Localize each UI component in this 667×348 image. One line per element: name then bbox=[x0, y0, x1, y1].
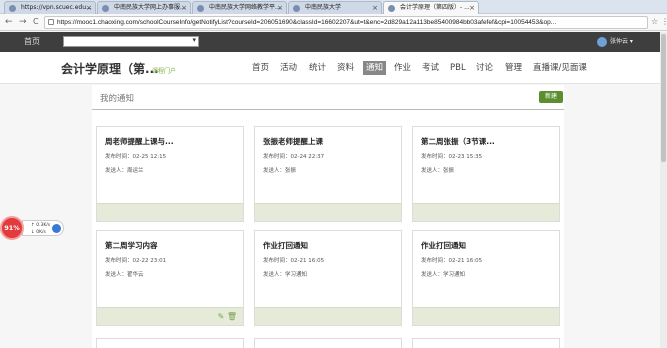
divider bbox=[92, 109, 564, 110]
menu-item-manage[interactable]: 管理 bbox=[505, 61, 522, 75]
tab-label: https://vpn.scuec.edu... bbox=[21, 4, 92, 11]
notice-author: 发送人：周运兰 bbox=[105, 168, 144, 174]
nav-home-link[interactable]: 首页 bbox=[24, 36, 40, 47]
notice-author: 发送人：张振 bbox=[421, 168, 455, 174]
notice-title[interactable]: 作业打回通知 bbox=[421, 240, 466, 251]
next-card-row bbox=[95, 338, 567, 348]
notice-card[interactable]: 作业打回通知 发布时间：02-21 16:05 发送人：学习通知 bbox=[254, 230, 402, 326]
tab-label: 会计学原理（第四版）- ... bbox=[400, 4, 470, 11]
notice-time: 发布时间：02-21 16:05 bbox=[421, 258, 483, 264]
page-icon bbox=[9, 5, 16, 12]
notice-card[interactable]: 作业打回通知 发布时间：02-21 16:05 发送人：学习通知 bbox=[412, 230, 560, 326]
delete-icon[interactable]: 🗑 bbox=[227, 312, 237, 321]
speed-panel: ↑ 0.3K/s ↓ 0K/s bbox=[22, 220, 64, 236]
close-icon[interactable]: × bbox=[86, 2, 92, 14]
notice-card[interactable]: 周老师提醒上课与... 发布时间：02-25 12:15 发送人：周运兰 bbox=[96, 126, 244, 222]
ball-icon bbox=[52, 224, 61, 233]
close-icon[interactable]: × bbox=[277, 2, 283, 14]
avatar bbox=[597, 37, 607, 47]
notice-card-partial[interactable] bbox=[412, 338, 560, 348]
menu-item-stats[interactable]: 统计 bbox=[309, 61, 326, 75]
menu-item-live[interactable]: 直播课/见面课 bbox=[533, 61, 587, 75]
tab-label: 中南民族大学网上办事服... bbox=[114, 4, 186, 11]
notice-time: 发布时间：02-22 23:01 bbox=[105, 258, 167, 264]
notice-time: 发布时间：02-24 22:37 bbox=[263, 154, 325, 160]
menu-item-pbl[interactable]: PBL bbox=[450, 61, 466, 75]
card-footer bbox=[413, 203, 559, 221]
notice-title[interactable]: 周老师提醒上课与... bbox=[105, 136, 174, 147]
notice-author: 发送人：学习通知 bbox=[263, 272, 308, 278]
notice-time: 发布时间：02-21 16:05 bbox=[263, 258, 325, 264]
card-footer: ✎ 🗑 bbox=[97, 307, 243, 325]
memory-usage-badge[interactable]: 91% bbox=[0, 216, 24, 240]
notice-time: 发布时间：02-25 12:15 bbox=[105, 154, 167, 160]
notice-author: 发送人：学习通知 bbox=[421, 272, 466, 278]
forward-button[interactable]: → bbox=[19, 16, 27, 28]
browser-tab[interactable]: 中南民族大学网络教学平... × bbox=[192, 1, 287, 14]
browser-tab-bar: https://vpn.scuec.edu... × 中南民族大学网上办事服...… bbox=[0, 0, 667, 14]
browser-tab[interactable]: 中南民族大学网上办事服... × bbox=[97, 1, 191, 14]
site-top-nav: 首页 ▾ 张仲云 ▾ bbox=[0, 32, 660, 52]
browser-tab[interactable]: 中南民族大学 × bbox=[288, 1, 382, 14]
url-field[interactable]: https://mooc1.chaoxing.com/schoolCourseI… bbox=[44, 16, 648, 29]
section-title: 我的通知 bbox=[100, 94, 135, 104]
menu-item-notice[interactable]: 通知 bbox=[363, 61, 387, 75]
notice-panel: 我的通知 新建 周老师提醒上课与... 发布时间：02-25 12:15 发送人… bbox=[92, 85, 564, 348]
tab-label: 中南民族大学 bbox=[305, 4, 342, 11]
page-icon bbox=[388, 5, 395, 12]
menu-item-discussion[interactable]: 讨论 bbox=[476, 61, 493, 75]
course-header: 会计学原理（第... 课程门户 首页 活动 统计 资料 通知 作业 考试 PBL… bbox=[0, 52, 660, 84]
edit-icon[interactable]: ✎ bbox=[218, 312, 225, 321]
menu-item-home[interactable]: 首页 bbox=[252, 61, 269, 75]
card-footer bbox=[255, 203, 401, 221]
browser-tab[interactable]: https://vpn.scuec.edu... × bbox=[4, 1, 96, 14]
notice-author: 发送人：翟华云 bbox=[105, 272, 144, 278]
notice-card[interactable]: 第二周学习内容 发布时间：02-22 23:01 发送人：翟华云 ✎ 🗑 bbox=[96, 230, 244, 326]
card-footer bbox=[413, 307, 559, 325]
tab-label: 中南民族大学网络教学平... bbox=[209, 4, 281, 11]
menu-item-resources[interactable]: 资料 bbox=[337, 61, 354, 75]
menu-item-exam[interactable]: 考试 bbox=[422, 61, 439, 75]
notice-card-partial[interactable] bbox=[254, 338, 402, 348]
page-scrollbar[interactable] bbox=[660, 32, 667, 348]
notice-title[interactable]: 第二周学习内容 bbox=[105, 240, 158, 251]
reload-button[interactable]: C bbox=[33, 16, 39, 28]
new-notice-button[interactable]: 新建 bbox=[539, 91, 563, 103]
notice-time: 发布时间：02-23 15:35 bbox=[421, 154, 483, 160]
user-menu[interactable]: 张仲云 ▾ bbox=[597, 37, 633, 47]
course-title[interactable]: 会计学原理（第... bbox=[61, 60, 159, 77]
scrollbar-thumb[interactable] bbox=[661, 34, 666, 162]
notice-card[interactable]: 第二周张振（3节课... 发布时间：02-23 15:35 发送人：张振 bbox=[412, 126, 560, 222]
url-text: https://mooc1.chaoxing.com/schoolCourseI… bbox=[57, 19, 557, 26]
notice-card[interactable]: 张振老师提醒上课 发布时间：02-24 22:37 发送人：张振 bbox=[254, 126, 402, 222]
notice-title[interactable]: 第二周张振（3节课... bbox=[421, 136, 495, 147]
notice-card-partial[interactable] bbox=[96, 338, 244, 348]
upload-speed: ↑ 0.3K/s bbox=[31, 223, 51, 228]
page-icon bbox=[102, 5, 109, 12]
notice-title[interactable]: 作业打回通知 bbox=[263, 240, 308, 251]
menu-item-activity[interactable]: 活动 bbox=[280, 61, 297, 75]
card-footer bbox=[255, 307, 401, 325]
card-footer bbox=[97, 203, 243, 221]
download-speed: ↓ 0K/s bbox=[31, 230, 46, 235]
page-icon bbox=[293, 5, 300, 12]
browser-tab-active[interactable]: 会计学原理（第四版）- ... × bbox=[383, 1, 479, 14]
page-icon bbox=[197, 5, 204, 12]
close-icon[interactable]: × bbox=[181, 2, 187, 14]
close-icon[interactable]: × bbox=[469, 2, 475, 14]
search-dropdown-icon[interactable]: ▾ bbox=[192, 36, 196, 44]
address-bar-row: ← → C https://mooc1.chaoxing.com/schoolC… bbox=[0, 14, 667, 31]
network-speed-widget[interactable]: ↑ 0.3K/s ↓ 0K/s 91% bbox=[0, 216, 66, 240]
back-button[interactable]: ← bbox=[5, 16, 13, 28]
search-input[interactable]: ▾ bbox=[63, 36, 199, 47]
notice-author: 发送人：张振 bbox=[263, 168, 297, 174]
bookmark-star-icon[interactable]: ☆ bbox=[651, 16, 658, 28]
close-icon[interactable]: × bbox=[372, 2, 378, 14]
browser-menu-icon[interactable]: ⋮ bbox=[661, 16, 667, 28]
course-portal-link[interactable]: 课程门户 bbox=[152, 66, 176, 75]
lock-icon bbox=[48, 19, 54, 25]
user-name: 张仲云 ▾ bbox=[610, 38, 633, 45]
menu-item-homework[interactable]: 作业 bbox=[394, 61, 411, 75]
notice-title[interactable]: 张振老师提醒上课 bbox=[263, 136, 323, 147]
